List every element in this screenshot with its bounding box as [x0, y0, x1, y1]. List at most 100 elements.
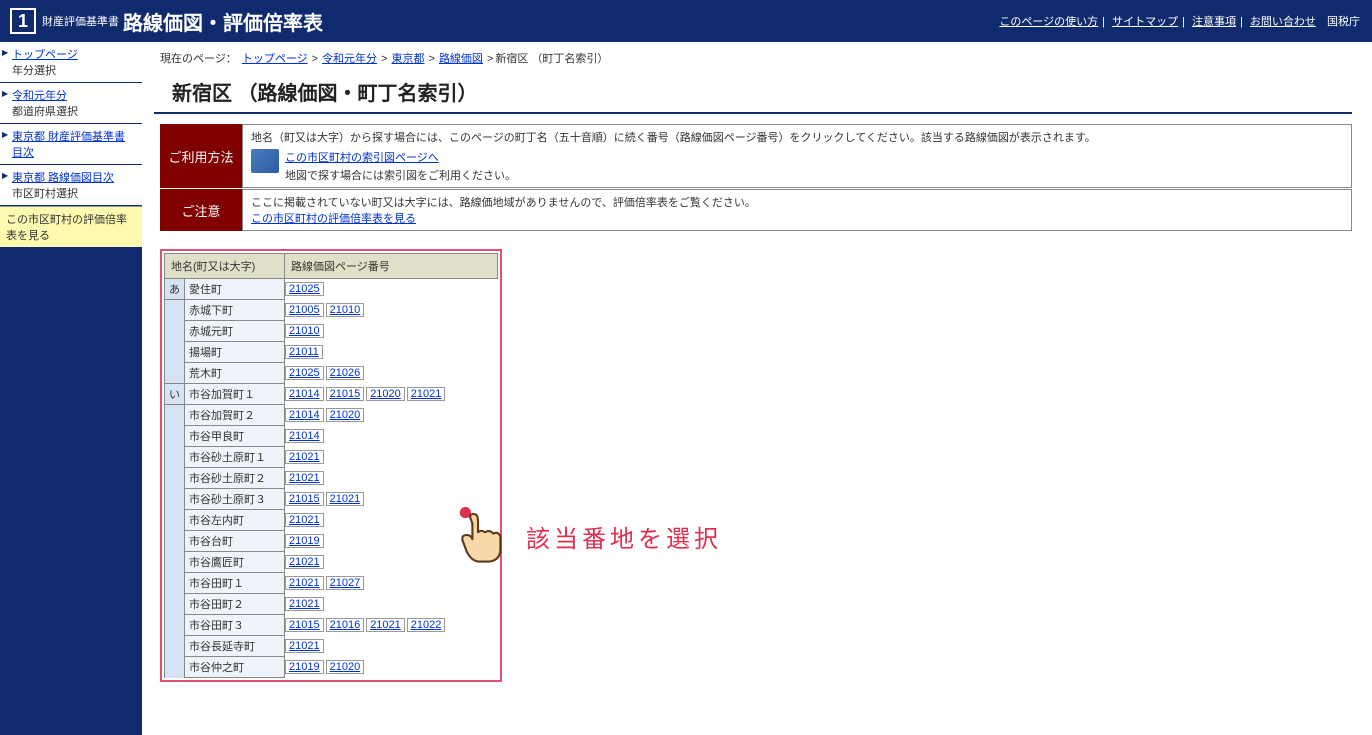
info-note-link[interactable]: この市区町村の評価倍率表を見る	[251, 213, 416, 225]
info-note-row: ご注意 ここに掲載されていない町又は大字には、路線価地域がありませんので、評価倍…	[160, 189, 1352, 231]
table-row: 市谷砂土原町２21021	[165, 468, 498, 489]
sidebar-yellow-note[interactable]: この市区町村の評価倍率表を見る	[0, 206, 142, 247]
page-number-link[interactable]: 21005	[285, 303, 324, 317]
table-row: 荒木町2102521026	[165, 363, 498, 384]
page-links-cell: 2101521021	[285, 489, 498, 510]
page-links-cell: 2102121027	[285, 573, 498, 594]
sidebar: トップページ年分選択令和元年分都道府県選択東京都 財産評価基準書目次東京都 路線…	[0, 42, 142, 735]
page-number-link[interactable]: 21014	[285, 408, 324, 422]
place-name-cell: 市谷砂土原町２	[185, 468, 285, 489]
table-row: 市谷仲之町2101921020	[165, 657, 498, 678]
page-number-link[interactable]: 21022	[407, 618, 446, 632]
table-row: 揚場町21011	[165, 342, 498, 363]
page-links-cell: 21014210152102021021	[285, 384, 498, 405]
page-number-link[interactable]: 21020	[366, 387, 405, 401]
place-name-cell: 市谷仲之町	[185, 657, 285, 678]
page-links-cell: 21019	[285, 531, 498, 552]
breadcrumb-item-0[interactable]: トップページ	[242, 53, 308, 65]
header-link-nta[interactable]: 国税庁	[1327, 16, 1360, 28]
header-link-contact[interactable]: お問い合わせ	[1250, 16, 1316, 28]
breadcrumb-item-1[interactable]: 令和元年分	[322, 53, 377, 65]
places-table: 地名(町又は大字) 路線価図ページ番号 あ愛住町21025赤城下町2100521…	[164, 253, 498, 678]
page-number-link[interactable]: 21026	[326, 366, 365, 380]
header-link-sitemap[interactable]: サイトマップ	[1112, 16, 1178, 28]
place-name-cell: 揚場町	[185, 342, 285, 363]
sidebar-link-0[interactable]: トップページ	[12, 46, 136, 62]
page-number-link[interactable]: 21021	[285, 597, 324, 611]
sidebar-item-1[interactable]: 令和元年分都道府県選択	[0, 83, 142, 124]
table-row: 市谷加賀町２2101421020	[165, 405, 498, 426]
kana-cell	[165, 657, 185, 678]
page-number-link[interactable]: 21015	[285, 618, 324, 632]
table-row: 赤城下町2100521010	[165, 300, 498, 321]
kana-cell	[165, 573, 185, 594]
info-usage-row: ご利用方法 地名（町又は大字）から探す場合には、このページの町丁名（五十音順）に…	[160, 124, 1352, 188]
page-number-link[interactable]: 21021	[285, 450, 324, 464]
page-number-link[interactable]: 21016	[326, 618, 365, 632]
place-name-cell: 市谷田町２	[185, 594, 285, 615]
page-number-link[interactable]: 21014	[285, 387, 324, 401]
page-number-link[interactable]: 21010	[285, 324, 324, 338]
page-number-link[interactable]: 21021	[285, 513, 324, 527]
kana-cell	[165, 531, 185, 552]
sidebar-sub-1: 都道府県選択	[12, 106, 78, 118]
page-number-link[interactable]: 21019	[285, 534, 324, 548]
page-number-link[interactable]: 21011	[285, 345, 323, 359]
sidebar-item-2[interactable]: 東京都 財産評価基準書目次	[0, 124, 142, 165]
table-header-name: 地名(町又は大字)	[165, 254, 285, 279]
page-number-link[interactable]: 21021	[285, 639, 324, 653]
page-number-link[interactable]: 21021	[285, 471, 324, 485]
page-links-cell: 21021	[285, 552, 498, 573]
table-row: 市谷左内町21021	[165, 510, 498, 531]
table-row: 市谷砂土原町１21021	[165, 447, 498, 468]
header-left: 1 財産評価基準書 路線価図・評価倍率表	[10, 7, 323, 36]
page-number-link[interactable]: 21021	[366, 618, 405, 632]
page-number-link[interactable]: 21021	[326, 492, 365, 506]
kana-cell	[165, 321, 185, 342]
page-number-link[interactable]: 21015	[285, 492, 324, 506]
page-number-link[interactable]: 21020	[326, 408, 365, 422]
page-number-link[interactable]: 21025	[285, 282, 324, 296]
sidebar-link-2[interactable]: 東京都 財産評価基準書目次	[12, 128, 136, 160]
info-usage-text2: 地図で探す場合には索引図をご利用ください。	[285, 167, 516, 183]
logo-number: 1	[10, 8, 36, 34]
sidebar-sub-3: 市区町村選択	[12, 188, 78, 200]
breadcrumb-item-2[interactable]: 東京都	[392, 53, 425, 65]
page-number-link[interactable]: 21021	[285, 555, 324, 569]
place-name-cell: 愛住町	[185, 279, 285, 300]
header-link-usage[interactable]: このページの使い方	[999, 16, 1098, 28]
page-number-link[interactable]: 21025	[285, 366, 324, 380]
header-link-notes[interactable]: 注意事項	[1192, 16, 1236, 28]
info-note-text: ここに掲載されていない町又は大字には、路線価地域がありませんので、評価倍率表をご…	[251, 194, 1343, 210]
sidebar-link-1[interactable]: 令和元年分	[12, 87, 136, 103]
page-number-link[interactable]: 21020	[326, 660, 365, 674]
page-links-cell: 21011	[285, 342, 498, 363]
page-number-link[interactable]: 21021	[407, 387, 446, 401]
page-number-link[interactable]: 21019	[285, 660, 324, 674]
info-usage-link[interactable]: この市区町村の索引図ページへ	[285, 149, 516, 165]
table-row: 市谷田町２21021	[165, 594, 498, 615]
table-header-pages: 路線価図ページ番号	[285, 254, 498, 279]
page-links-cell: 21021	[285, 447, 498, 468]
sidebar-item-3[interactable]: 東京都 路線価図目次市区町村選択	[0, 165, 142, 206]
sidebar-item-0[interactable]: トップページ年分選択	[0, 42, 142, 83]
kana-cell	[165, 363, 185, 384]
page-number-link[interactable]: 21027	[326, 576, 365, 590]
table-highlight-box: 地名(町又は大字) 路線価図ページ番号 あ愛住町21025赤城下町2100521…	[160, 249, 502, 682]
sidebar-link-3[interactable]: 東京都 路線価図目次	[12, 169, 136, 185]
table-row: 市谷田町３21015210162102121022	[165, 615, 498, 636]
kana-cell	[165, 342, 185, 363]
page-number-link[interactable]: 21021	[285, 576, 324, 590]
kana-cell	[165, 489, 185, 510]
map-thumbnail-icon[interactable]	[251, 149, 279, 173]
info-usage-label: ご利用方法	[160, 124, 242, 188]
page-number-link[interactable]: 21015	[326, 387, 365, 401]
place-name-cell: 市谷田町３	[185, 615, 285, 636]
page-title: 新宿区 （路線価図・町丁名索引）	[154, 71, 1352, 114]
page-number-link[interactable]: 21014	[285, 429, 324, 443]
kana-cell	[165, 552, 185, 573]
page-links-cell: 21010	[285, 321, 498, 342]
breadcrumb-item-3[interactable]: 路線価図	[439, 53, 483, 65]
page-number-link[interactable]: 21010	[326, 303, 365, 317]
main: 現在のページ： トップページ>令和元年分>東京都>路線価図>新宿区 （町丁名索引…	[142, 42, 1372, 735]
